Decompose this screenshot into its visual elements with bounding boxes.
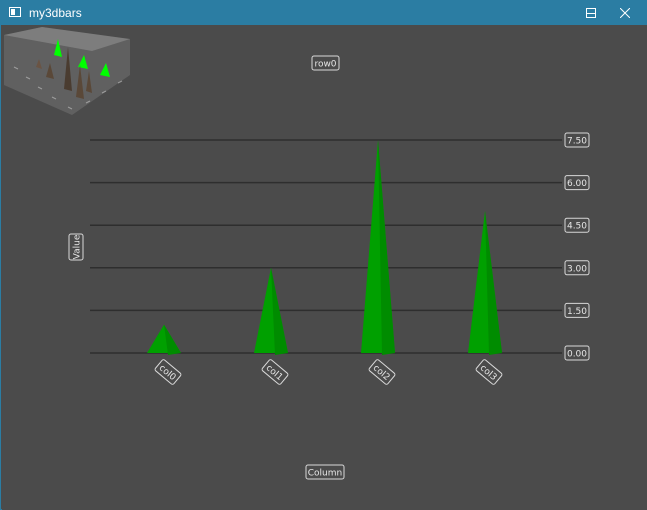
y-tick-label: 3.00 (564, 260, 590, 276)
svg-text:Column: Column (308, 469, 342, 479)
x-axis-ticks: col0 col1 col2 col3 (154, 359, 503, 385)
svg-text:row0: row0 (314, 60, 336, 70)
graph-surface[interactable]: row0 0.00 1.50 3.00 4.50 6.00 7.50 col0 col1 co… (2, 25, 647, 510)
window-app-icon (9, 7, 21, 17)
svg-text:1.50: 1.50 (567, 307, 587, 317)
x-tick-label: col2 (368, 359, 396, 385)
close-button[interactable] (602, 1, 647, 25)
y-tick-label: 4.50 (564, 217, 590, 233)
window-title: my3dbars (29, 6, 82, 20)
close-icon (620, 8, 630, 18)
y-tick-label: 7.50 (564, 132, 590, 148)
y-tick-label: 6.00 (564, 175, 590, 191)
maximize-icon (586, 8, 596, 18)
title-bar[interactable]: my3dbars (1, 1, 646, 25)
y-axis-label: Value (68, 233, 84, 261)
chart-title: row0 (311, 55, 340, 71)
y-tick-label: 0.00 (564, 345, 590, 361)
svg-text:4.50: 4.50 (567, 222, 587, 232)
x-tick-label: col1 (261, 359, 289, 385)
x-axis-label: Column (305, 464, 345, 480)
svg-text:0.00: 0.00 (567, 350, 587, 360)
bars (147, 140, 502, 355)
svg-text:6.00: 6.00 (567, 179, 587, 189)
app-window: my3dbars row0 0.00 1.50 3.00 4.50 6.00 7… (0, 0, 647, 510)
minimize-hit[interactable] (522, 1, 568, 25)
y-tick-label: 1.50 (564, 302, 590, 318)
svg-text:3.00: 3.00 (567, 264, 587, 274)
y-axis-ticks: 0.00 1.50 3.00 4.50 6.00 7.50 (564, 132, 590, 361)
x-tick-label: col3 (475, 359, 503, 385)
x-tick-label: col0 (154, 359, 182, 385)
bar-chart[interactable]: row0 0.001.503.004.506.007.50 col0 col1 co… (2, 25, 647, 510)
svg-text:Value: Value (73, 234, 83, 259)
svg-text:7.50: 7.50 (567, 137, 587, 147)
overview-thumbnail (4, 27, 130, 115)
